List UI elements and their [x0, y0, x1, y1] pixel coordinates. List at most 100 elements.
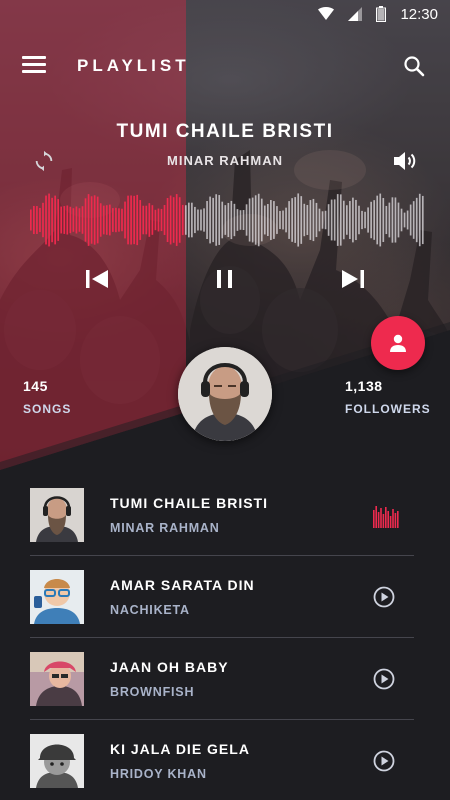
- waveform-bar: [96, 196, 99, 244]
- search-icon[interactable]: [402, 54, 426, 78]
- waveform-bar: [251, 197, 254, 243]
- waveform-bar: [166, 198, 169, 242]
- waveform-bar: [69, 206, 72, 234]
- skip-previous-icon[interactable]: [84, 267, 110, 291]
- waveform-bar: [78, 208, 81, 232]
- artist-avatar[interactable]: [178, 347, 272, 441]
- track-thumbnail: [30, 570, 84, 624]
- waveform-bar: [333, 199, 336, 241]
- waveform-bar: [75, 206, 78, 234]
- waveform-bar: [145, 205, 148, 235]
- waveform-bar: [48, 193, 50, 247]
- waveform-bar: [279, 210, 281, 230]
- follow-user-button[interactable]: [371, 316, 425, 370]
- waveform-bar: [127, 195, 129, 245]
- waveform-bar: [242, 210, 245, 230]
- waveform-bar: [209, 196, 211, 244]
- track-artist: HRIDOY KHAN: [110, 767, 207, 781]
- waveform-bar: [330, 199, 333, 241]
- track-row[interactable]: TUMI CHAILE BRISTI MINAR RAHMAN: [30, 474, 414, 556]
- artist-photo: [178, 347, 272, 441]
- waveform-bar: [191, 202, 193, 238]
- waveform-bar: [130, 195, 132, 245]
- waveform-bar: [306, 205, 309, 235]
- waveform-bar: [215, 194, 218, 246]
- waveform-bar: [148, 203, 151, 237]
- waveform-bar: [39, 207, 41, 233]
- waveform-bar: [112, 208, 114, 232]
- cellular-signal-icon: [348, 7, 363, 21]
- play-circle-icon[interactable]: [373, 586, 395, 608]
- waveform-bar: [194, 206, 196, 234]
- person-icon: [390, 334, 406, 352]
- waveform-bar: [245, 204, 248, 236]
- skip-next-icon[interactable]: [340, 267, 366, 291]
- play-circle-icon[interactable]: [373, 750, 395, 772]
- waveform-bar: [379, 193, 382, 247]
- battery-icon: [376, 6, 387, 22]
- waveform-bar: [133, 195, 135, 245]
- waveform-bar: [203, 208, 205, 232]
- track-row[interactable]: JAAN OH BABY BROWNFISH: [30, 638, 414, 720]
- track-row[interactable]: KI JALA DIE GELA HRIDOY KHAN: [30, 720, 414, 800]
- waveform-bar: [206, 201, 208, 239]
- waveform-bar: [376, 195, 379, 245]
- waveform-bar: [139, 200, 142, 240]
- waveform-bar: [336, 194, 339, 246]
- waveform-bar: [178, 197, 181, 243]
- waveform-bar: [391, 197, 394, 243]
- track-artist: MINAR RAHMAN: [110, 521, 220, 535]
- waveform-bar: [184, 205, 187, 235]
- waveform-bar: [218, 195, 221, 245]
- waveform-bar: [339, 194, 342, 246]
- waveform-bar: [33, 205, 35, 235]
- menu-icon[interactable]: [22, 56, 46, 74]
- waveform-bar: [99, 203, 102, 237]
- waveform-bar: [346, 205, 348, 235]
- waveform-bar: [263, 205, 266, 235]
- waveform-bar: [181, 204, 184, 236]
- waveform-bar: [212, 197, 214, 243]
- waveform-bar: [388, 202, 391, 238]
- waveform-bar: [30, 209, 32, 231]
- waveform-bar: [102, 205, 105, 235]
- waveform-bar: [327, 204, 330, 236]
- waveform-bar: [270, 200, 272, 240]
- track-thumbnail: [30, 652, 84, 706]
- repeat-icon[interactable]: [33, 150, 55, 172]
- waveform-bar: [105, 205, 108, 235]
- track-artist: BROWNFISH: [110, 685, 195, 699]
- waveform-bar: [260, 198, 263, 242]
- status-time: 12:30: [400, 5, 438, 23]
- waveform-bar: [282, 210, 284, 230]
- waveform-bar: [394, 197, 397, 243]
- track-row[interactable]: AMAR SARATA DIN NACHIKETA: [30, 556, 414, 638]
- volume-icon[interactable]: [393, 150, 417, 172]
- waveform-bar: [239, 210, 242, 230]
- track-title: JAAN OH BABY: [110, 659, 229, 675]
- waveform-bar: [188, 202, 190, 238]
- pause-icon[interactable]: [214, 267, 236, 291]
- waveform-bar: [66, 205, 69, 235]
- waveform-bar: [409, 204, 412, 236]
- waveform-bar: [118, 208, 120, 232]
- waveform-bar: [257, 193, 260, 247]
- track-title: KI JALA DIE GELA: [110, 741, 250, 757]
- songs-count: 145: [23, 378, 48, 394]
- waveform-bar: [382, 198, 385, 242]
- waveform-bar: [285, 207, 287, 233]
- waveform-bar: [60, 206, 63, 234]
- waveform-bar: [54, 195, 56, 245]
- waveform-bar: [352, 197, 354, 243]
- track-cover-image: [30, 570, 84, 624]
- waveform-bar: [81, 206, 84, 234]
- waveform-bar: [160, 208, 163, 232]
- play-circle-icon[interactable]: [373, 668, 395, 690]
- waveform-seekbar[interactable]: [30, 190, 425, 250]
- waveform-bar: [87, 194, 90, 246]
- now-playing-artist: MINAR RAHMAN: [167, 153, 283, 168]
- status-bar: 12:30: [0, 0, 450, 28]
- now-playing-title: TUMI CHAILE BRISTI: [116, 121, 334, 142]
- songs-label: SONGS: [23, 402, 72, 416]
- waveform-bar: [121, 208, 123, 232]
